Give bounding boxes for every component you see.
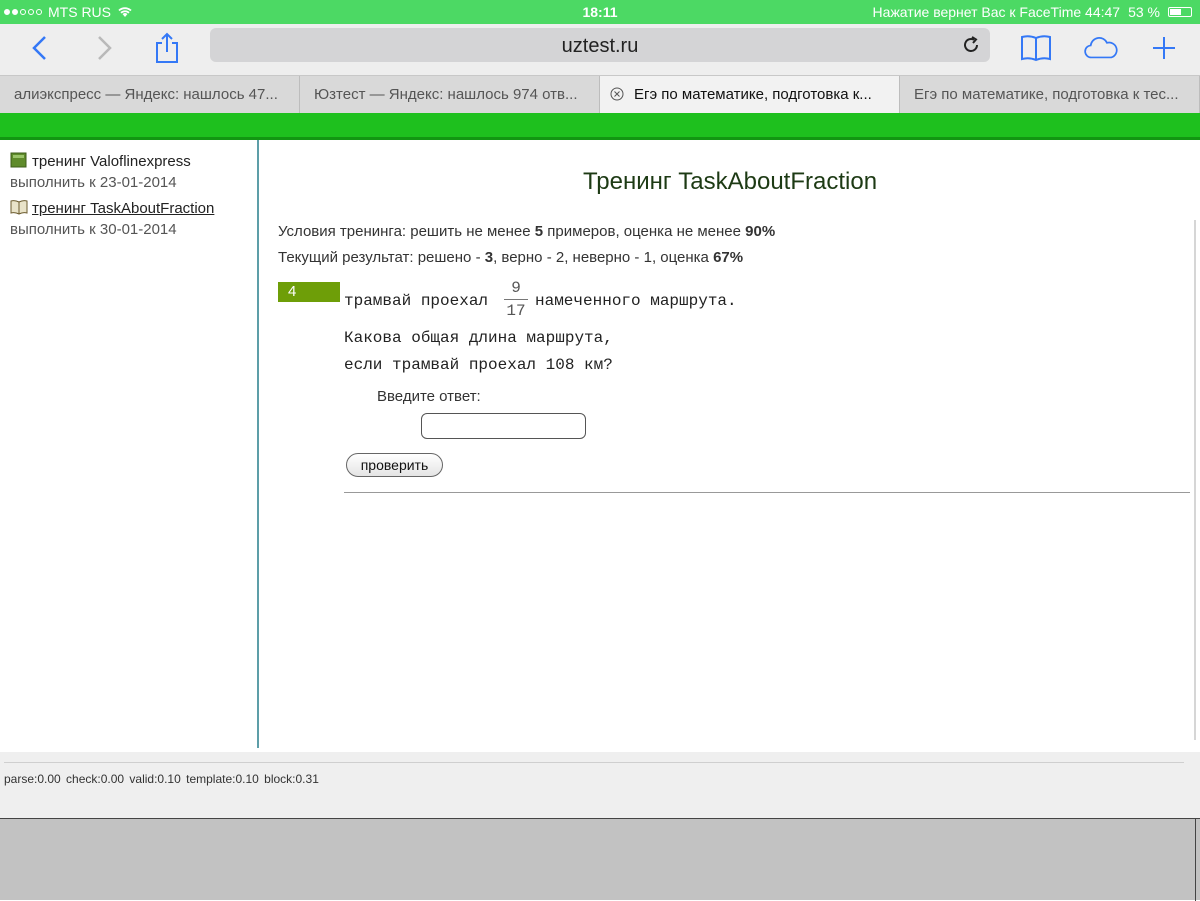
sidebar-item-deadline: выполнить к 30-01-2014 xyxy=(10,221,177,238)
tab-label: Егэ по математике, подготовка к тес... xyxy=(914,86,1179,103)
url-text: uztest.ru xyxy=(561,35,639,57)
training-conditions: Условия тренинга: решить не менее 5 прим… xyxy=(278,223,775,240)
site-header-bar xyxy=(0,113,1200,140)
status-right: Нажатие вернет Вас к FaceTime 44:47 53 % xyxy=(873,4,1192,20)
tab-label: Егэ по математике, подготовка к... xyxy=(634,86,872,103)
sidebar-training-taskaboutfraction: тренинг TaskAboutFraction выполнить к 30… xyxy=(10,199,214,238)
close-tab-icon[interactable] xyxy=(610,87,624,101)
task-number-badge: 4 xyxy=(278,282,340,302)
tab-uztest[interactable]: Юзтест — Яндекс: нашлось 974 отв... xyxy=(300,76,600,113)
fraction: 9 17 xyxy=(504,279,528,320)
tab-aliexpress[interactable]: алиэкспресс — Яндекс: нашлось 47... xyxy=(0,76,300,113)
task-text-line2: Какова общая длина маршрута, xyxy=(344,329,613,347)
answer-input[interactable] xyxy=(421,413,586,439)
share-button[interactable] xyxy=(149,30,185,66)
task-text-line3: если трамвай проехал 108 км? xyxy=(344,356,613,374)
battery-percent: 53 % xyxy=(1128,4,1160,20)
book-icon xyxy=(1021,35,1051,62)
footer-divider xyxy=(4,762,1184,763)
content-divider xyxy=(344,492,1190,493)
timing-stats: parse:0.00 check:0.00 valid:0.10 templat… xyxy=(4,772,319,786)
icloud-tabs-button[interactable] xyxy=(1083,30,1119,66)
task-text-line1-end: намеченного маршрута. xyxy=(535,292,737,310)
min-score: 90% xyxy=(745,223,776,240)
plus-icon xyxy=(1153,37,1175,59)
page-title: Тренинг TaskAboutFraction xyxy=(582,168,878,195)
conditions-text: примеров, оценка не менее xyxy=(543,223,746,240)
training-content: Тренинг TaskAboutFraction Условия тренин… xyxy=(260,140,1200,748)
sidebar-item-title[interactable]: тренинг TaskAboutFraction xyxy=(32,200,214,217)
browser-toolbar: uztest.ru xyxy=(0,24,1200,76)
share-icon xyxy=(156,32,178,63)
tab-label: алиэкспресс — Яндекс: нашлось 47... xyxy=(14,86,278,103)
page-edge-line xyxy=(1195,819,1196,901)
tab-ege-active[interactable]: Егэ по математике, подготовка к... xyxy=(600,76,900,113)
open-book-icon xyxy=(10,200,28,215)
current-score: 67% xyxy=(713,249,744,266)
forward-button[interactable] xyxy=(86,30,122,66)
bookmarks-button[interactable] xyxy=(1018,30,1054,66)
sidebar-item-title[interactable]: тренинг Valoflinexpress xyxy=(32,153,191,170)
page-bottom-area xyxy=(0,818,1200,901)
fraction-denominator: 17 xyxy=(506,302,526,320)
solved-count: 3 xyxy=(484,249,494,266)
check-button[interactable]: проверить xyxy=(346,453,443,477)
sidebar-item-deadline: выполнить к 23-01-2014 xyxy=(10,174,177,191)
new-tab-button[interactable] xyxy=(1146,30,1182,66)
closed-book-icon xyxy=(10,152,27,168)
cloud-icon xyxy=(1084,37,1118,59)
task-text-line1-start: трамвай проехал xyxy=(344,292,489,310)
min-examples: 5 xyxy=(534,223,544,240)
answer-label: Введите ответ: xyxy=(377,388,481,405)
ios-status-bar: MTS RUS 18:11 Нажатие вернет Вас к FaceT… xyxy=(0,0,1200,24)
facetime-return-link[interactable]: Нажатие вернет Вас к FaceTime 44:47 xyxy=(873,4,1121,20)
scrollbar-track[interactable] xyxy=(1194,220,1196,740)
tab-label: Юзтест — Яндекс: нашлось 974 отв... xyxy=(314,86,578,103)
back-button[interactable] xyxy=(22,30,58,66)
chevron-right-icon xyxy=(98,36,112,60)
page-footer: parse:0.00 check:0.00 valid:0.10 templat… xyxy=(0,752,1200,818)
battery-icon xyxy=(1168,7,1192,17)
tab-ege-2[interactable]: Егэ по математике, подготовка к тес... xyxy=(900,76,1200,113)
conditions-text: Условия тренинга: решить не менее xyxy=(278,223,535,240)
training-sidebar: тренинг Valoflinexpress выполнить к 23-0… xyxy=(0,140,259,748)
fraction-numerator: 9 xyxy=(511,279,521,297)
sidebar-training-valoflinexpress: тренинг Valoflinexpress выполнить к 23-0… xyxy=(10,152,191,191)
current-result: Текущий результат: решено - 3, верно - 2… xyxy=(278,249,743,266)
reload-icon[interactable] xyxy=(960,34,982,56)
chevron-left-icon xyxy=(32,36,46,60)
fraction-bar xyxy=(504,299,528,300)
result-text: , верно - 2, неверно - 1, оценка xyxy=(493,249,714,266)
tab-bar: алиэкспресс — Яндекс: нашлось 47... Юзте… xyxy=(0,76,1200,113)
result-text: Текущий результат: решено - xyxy=(278,249,485,266)
address-bar[interactable]: uztest.ru xyxy=(210,28,990,62)
